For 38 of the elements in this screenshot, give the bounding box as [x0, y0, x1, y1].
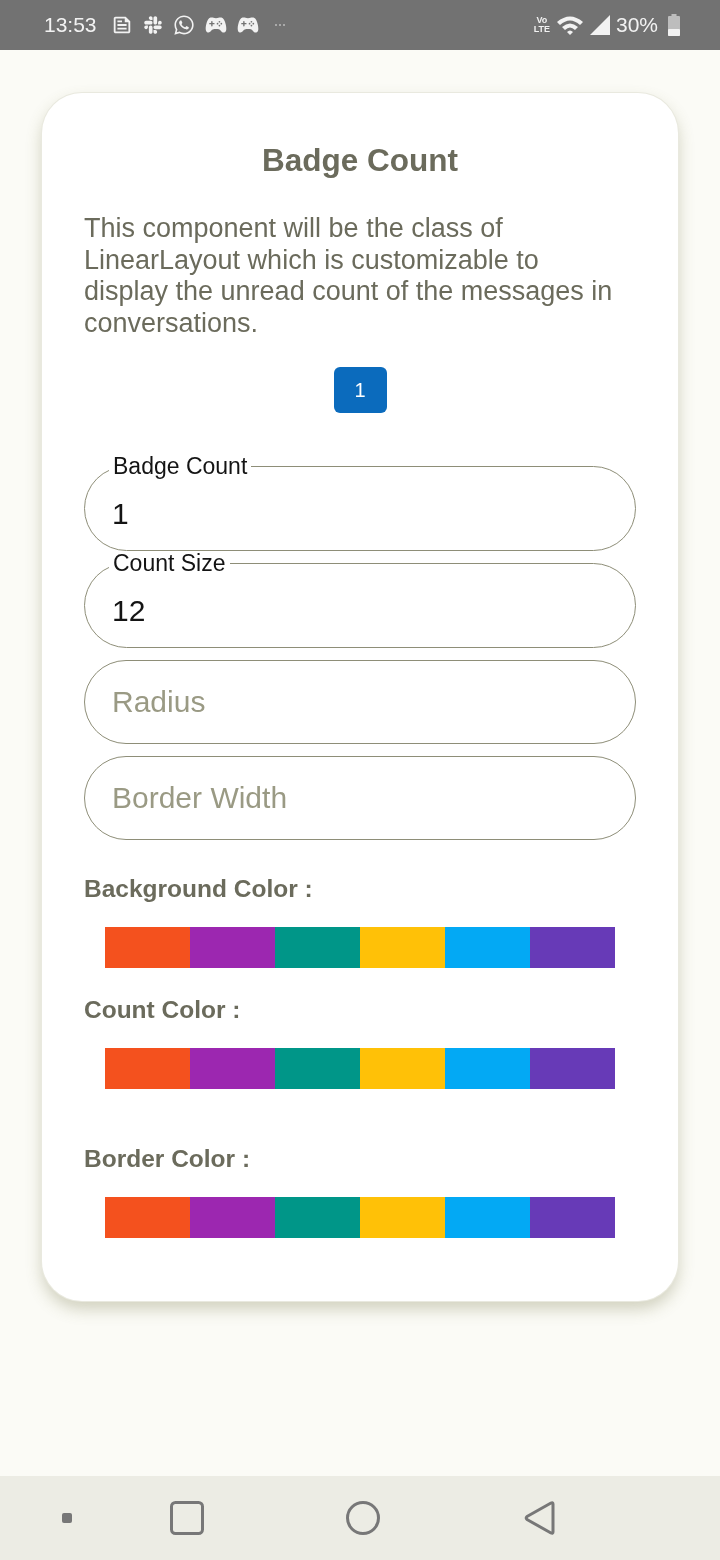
gamepad-icon — [204, 14, 227, 36]
slack-icon — [142, 15, 163, 35]
section-label: Border Color : — [84, 1145, 252, 1173]
color-swatch[interactable] — [190, 927, 275, 968]
gamepad-icon — [236, 14, 259, 36]
color-swatch[interactable] — [530, 1048, 615, 1089]
card-title: Badge Count — [261, 142, 459, 178]
circle-icon[interactable] — [346, 1501, 380, 1535]
color-swatch[interactable] — [275, 1048, 360, 1089]
color-swatch[interactable] — [275, 927, 360, 968]
whatsapp-icon — [172, 14, 195, 36]
color-swatch[interactable] — [190, 1048, 275, 1089]
color-swatch[interactable] — [360, 1048, 445, 1089]
color-swatch[interactable] — [105, 927, 190, 968]
color-swatch[interactable] — [360, 1197, 445, 1238]
color-swatch[interactable] — [445, 1048, 530, 1089]
signal-icon — [589, 15, 610, 35]
battery-percent: 30% — [615, 13, 658, 37]
count-badge: 1 — [333, 367, 387, 413]
square-icon[interactable] — [170, 1501, 204, 1535]
color-swatch[interactable] — [105, 1197, 190, 1238]
color-swatch[interactable] — [105, 1048, 190, 1089]
small-square-icon[interactable] — [62, 1513, 72, 1523]
color-swatch[interactable] — [445, 1197, 530, 1238]
color-swatch[interactable] — [360, 927, 445, 968]
network-type-label: Vo LTE — [533, 16, 550, 34]
color-swatch[interactable] — [190, 1197, 275, 1238]
description-text: This component will be the class of LinearLayout which is customizable to display the unread count of the messages in conversations. — [84, 213, 614, 339]
battery-icon — [668, 14, 680, 36]
back-icon[interactable] — [524, 1501, 556, 1535]
section-label: Count Color : — [84, 996, 242, 1024]
color-swatch[interactable] — [445, 927, 530, 968]
color-swatch[interactable] — [530, 1197, 615, 1238]
section-label: Background Color : — [84, 875, 314, 903]
color-swatch[interactable] — [530, 927, 615, 968]
clock-time: 13:53 — [44, 13, 97, 37]
wifi-icon — [555, 14, 584, 36]
color-swatch[interactable] — [275, 1197, 360, 1238]
